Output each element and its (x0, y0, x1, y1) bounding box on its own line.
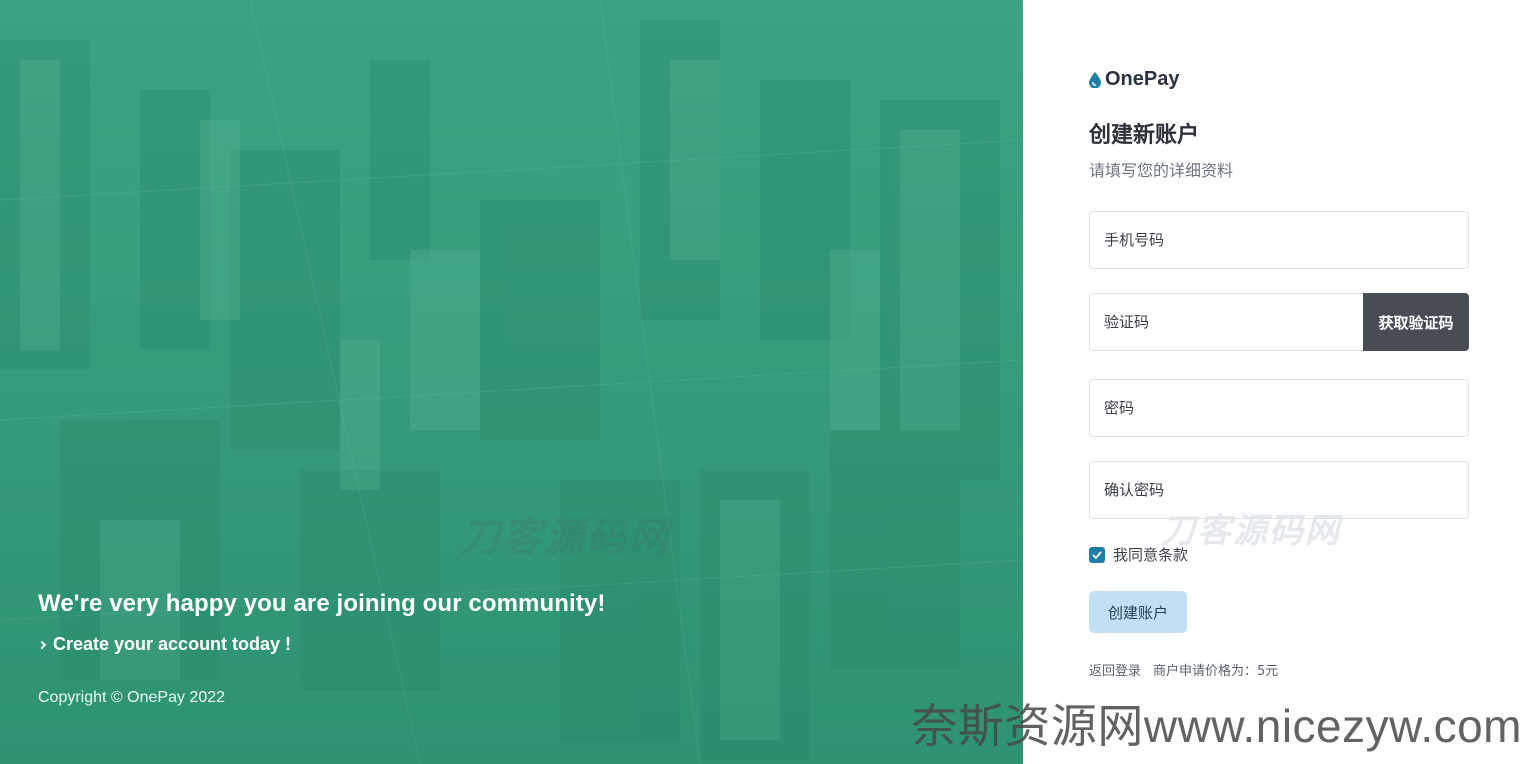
form-title: 创建新账户 (1089, 123, 1200, 148)
hero-subline-text: Create your account today ! (53, 634, 292, 654)
hero-headline: We're very happy you are joining our com… (38, 590, 606, 617)
agree-terms-label: 我同意条款 (1113, 546, 1189, 564)
form-subtitle: 请填写您的详细资料 (1089, 161, 1234, 180)
agree-checkbox[interactable] (1089, 546, 1105, 563)
phone-input[interactable] (1089, 211, 1469, 269)
get-code-button[interactable]: 获取验证码 (1363, 293, 1469, 351)
hero-subline: Create your account today ! (37, 634, 605, 655)
footer-links: 返回登录 商户申请价格为：5元 (1089, 660, 1278, 679)
brand-name: OnePay (1105, 68, 1180, 90)
chevron-right-icon (37, 640, 47, 649)
hero-panel: 刀客源码网 We're very happy you are joining o… (0, 0, 1023, 764)
signup-form-panel: OnePay 创建新账户 请填写您的详细资料 获取验证码 刀客源码网 我同意条款… (1023, 0, 1534, 764)
agree-terms-row[interactable]: 我同意条款 (1089, 544, 1188, 565)
drop-icon (1089, 71, 1101, 88)
site-watermark: 奈斯资源网www.nicezyw.com (911, 700, 1522, 752)
hero-text-block: We're very happy you are joining our com… (37, 590, 606, 655)
hero-watermark: 刀客源码网 (460, 515, 670, 561)
back-to-login-link[interactable]: 返回登录 (1089, 660, 1141, 679)
merchant-price-text: 商户申请价格为：5元 (1153, 664, 1279, 679)
verification-code-input[interactable] (1089, 293, 1363, 351)
check-icon (1092, 550, 1102, 559)
password-input[interactable] (1089, 379, 1469, 437)
signup-page: 刀客源码网 We're very happy you are joining o… (0, 0, 1534, 764)
copyright-text: Copyright © OnePay 2022 (38, 689, 226, 706)
create-account-button[interactable]: 创建账户 (1089, 591, 1187, 633)
brand-logo[interactable]: OnePay (1089, 68, 1179, 91)
verification-code-group: 获取验证码 (1089, 293, 1469, 351)
